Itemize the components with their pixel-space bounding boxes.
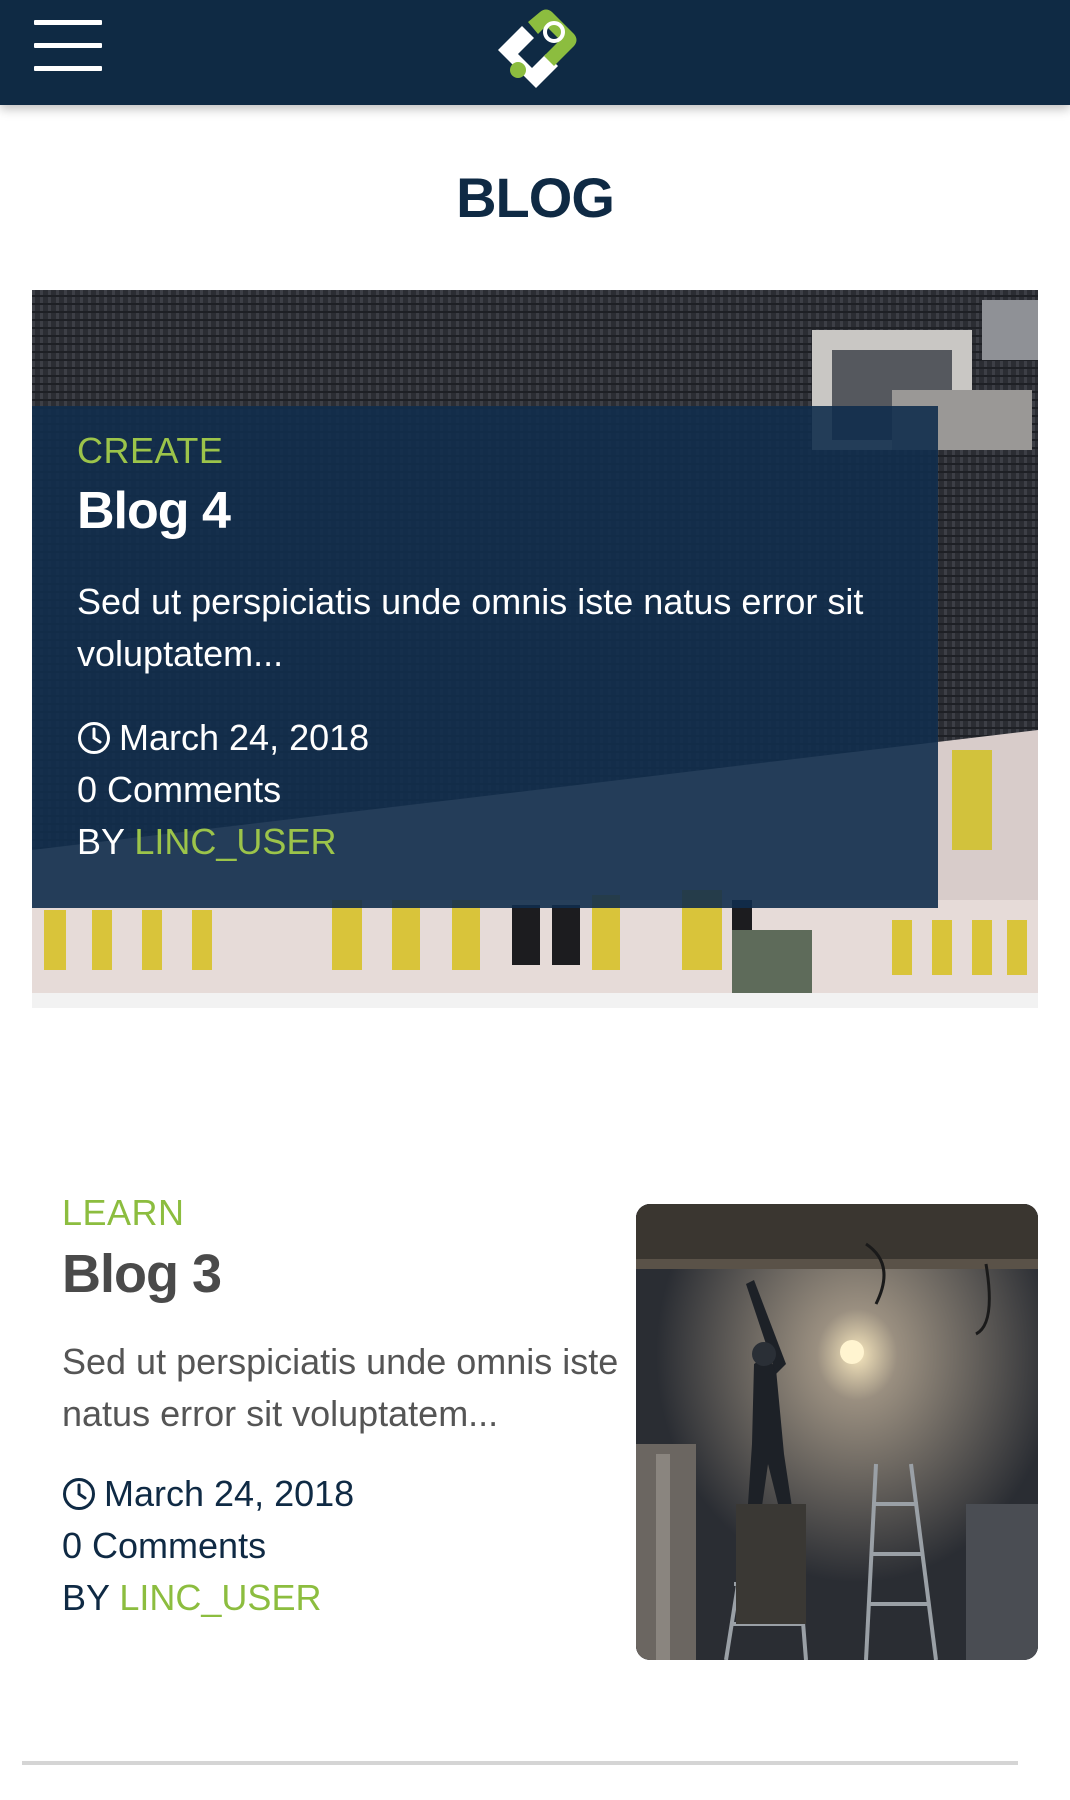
post-date: March 24, 2018 bbox=[119, 717, 370, 758]
post-author-link[interactable]: LINC_USER bbox=[119, 1577, 321, 1618]
page-title: BLOG bbox=[456, 166, 615, 229]
hamburger-menu-icon[interactable] bbox=[34, 18, 104, 74]
clock-icon bbox=[63, 1478, 95, 1510]
post-title[interactable]: Blog 4 bbox=[77, 480, 893, 542]
post-comments[interactable]: 0 Comments bbox=[62, 1520, 622, 1572]
brand-logo-icon[interactable] bbox=[488, 8, 584, 96]
clock-icon bbox=[78, 722, 110, 754]
post-category[interactable]: CREATE bbox=[77, 428, 893, 474]
post-meta: March 24, 2018 0 Comments BY LINC_USER bbox=[62, 1468, 622, 1624]
by-label: BY bbox=[77, 821, 125, 862]
post-card[interactable]: LEARN Blog 3 Sed ut perspiciatis unde om… bbox=[62, 1190, 622, 1624]
post-category[interactable]: LEARN bbox=[62, 1190, 622, 1236]
by-label: BY bbox=[62, 1577, 110, 1618]
featured-post-card[interactable]: CREATE Blog 4 Sed ut perspiciatis unde o… bbox=[32, 290, 1038, 1008]
post-excerpt: Sed ut perspiciatis unde omnis iste natu… bbox=[62, 1341, 619, 1434]
section-divider bbox=[22, 1761, 1018, 1765]
featured-post-overlay: CREATE Blog 4 Sed ut perspiciatis unde o… bbox=[32, 406, 938, 908]
post-meta: March 24, 2018 0 Comments BY LINC_USER bbox=[77, 712, 893, 868]
post-date: March 24, 2018 bbox=[104, 1473, 355, 1514]
post-comments[interactable]: 0 Comments bbox=[77, 764, 893, 816]
top-navigation-bar bbox=[0, 0, 1070, 105]
post-title[interactable]: Blog 3 bbox=[62, 1242, 622, 1306]
post-excerpt: Sed ut perspiciatis unde omnis iste natu… bbox=[77, 581, 864, 674]
post-author-link[interactable]: LINC_USER bbox=[134, 821, 336, 862]
construction-worker-photo[interactable] bbox=[636, 1204, 1038, 1660]
